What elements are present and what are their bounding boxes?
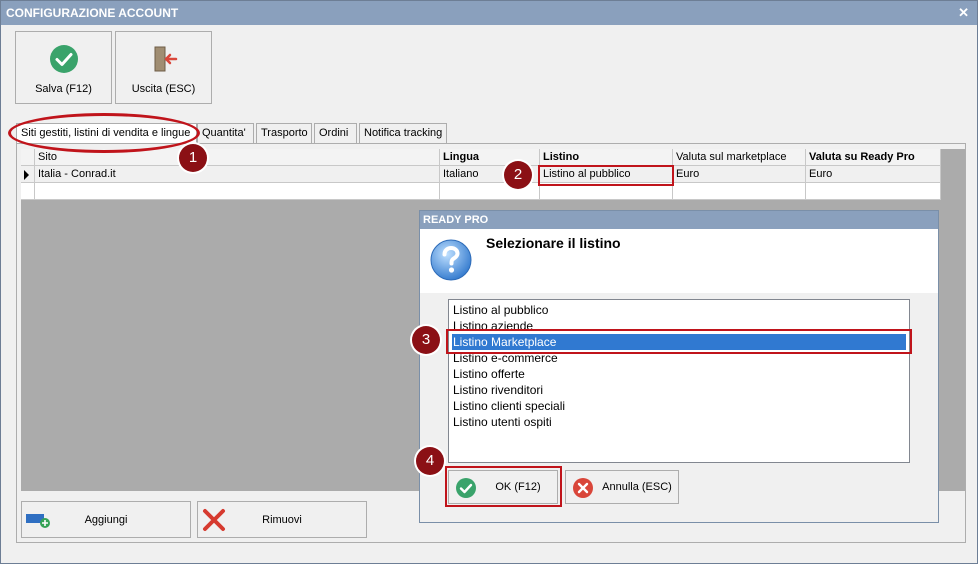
- cell-valuta-readypro[interactable]: Euro: [806, 166, 941, 183]
- add-button[interactable]: Aggiungi: [21, 501, 191, 538]
- listino-option[interactable]: Listino utenti ospiti: [452, 414, 906, 430]
- add-button-label: Aggiungi: [84, 514, 128, 526]
- row-header-corner: [21, 149, 35, 166]
- door-exit-icon: [154, 46, 177, 72]
- column-header-valuta-readypro[interactable]: Valuta su Ready Pro: [806, 149, 941, 166]
- cancel-button[interactable]: Annulla (ESC): [565, 470, 679, 504]
- window-title: CONFIGURAZIONE ACCOUNT: [6, 6, 179, 20]
- row-selector-icon[interactable]: [21, 166, 35, 183]
- check-circle-icon: [49, 45, 78, 73]
- listino-option[interactable]: Listino clienti speciali: [452, 398, 906, 414]
- remove-button-label: Rimuovi: [262, 514, 302, 526]
- save-button[interactable]: Salva (F12): [15, 31, 112, 104]
- remove-button[interactable]: Rimuovi: [197, 501, 367, 538]
- step-badge-1: 1: [179, 144, 207, 172]
- ok-button-highlight: [445, 466, 562, 507]
- tab-highlight-oval: [8, 113, 200, 153]
- tab-quantita[interactable]: Quantita': [197, 123, 254, 143]
- listino-option[interactable]: Listino rivenditori: [452, 382, 906, 398]
- step-badge-2: 2: [504, 161, 532, 189]
- configurazione-account-window: CONFIGURAZIONE ACCOUNT ✕ Salva (F12) Usc…: [0, 0, 978, 564]
- new-row-cell[interactable]: [806, 183, 941, 200]
- tab-notifica-tracking[interactable]: Notifica tracking: [359, 123, 447, 143]
- tab-ordini[interactable]: Ordini: [314, 123, 357, 143]
- dialog-header: Selezionare il listino: [420, 229, 938, 293]
- cancel-button-label: Annulla (ESC): [602, 481, 672, 493]
- tab-trasporto[interactable]: Trasporto: [256, 123, 312, 143]
- cell-sito[interactable]: Italia - Conrad.it: [35, 166, 440, 183]
- listino-cell-highlight: [538, 165, 674, 186]
- new-row-selector[interactable]: [21, 183, 35, 200]
- dialog-title: READY PRO: [420, 211, 938, 229]
- cancel-circle-icon: [573, 478, 593, 498]
- window-titlebar: CONFIGURAZIONE ACCOUNT ✕: [1, 1, 977, 25]
- step-badge-4: 4: [416, 447, 444, 475]
- exit-button-label: Uscita (ESC): [131, 83, 196, 95]
- column-header-valuta-marketplace[interactable]: Valuta sul marketplace: [673, 149, 806, 166]
- listino-option[interactable]: Listino offerte: [452, 366, 906, 382]
- new-row-cell[interactable]: [35, 183, 440, 200]
- listino-listbox[interactable]: Listino al pubblico Listino aziende List…: [448, 299, 910, 463]
- cell-valuta-marketplace[interactable]: Euro: [673, 166, 806, 183]
- triangle-right-icon: [24, 170, 29, 180]
- question-icon: [430, 239, 472, 281]
- new-row-cell[interactable]: [673, 183, 806, 200]
- selected-option-highlight: [446, 329, 912, 354]
- save-button-label: Salva (F12): [35, 83, 92, 95]
- step-badge-3: 3: [412, 326, 440, 354]
- column-header-listino[interactable]: Listino: [540, 149, 673, 166]
- listino-option[interactable]: Listino al pubblico: [452, 302, 906, 318]
- exit-button[interactable]: Uscita (ESC): [115, 31, 212, 104]
- close-icon[interactable]: ✕: [958, 1, 969, 25]
- dialog-message: Selezionare il listino: [486, 235, 621, 251]
